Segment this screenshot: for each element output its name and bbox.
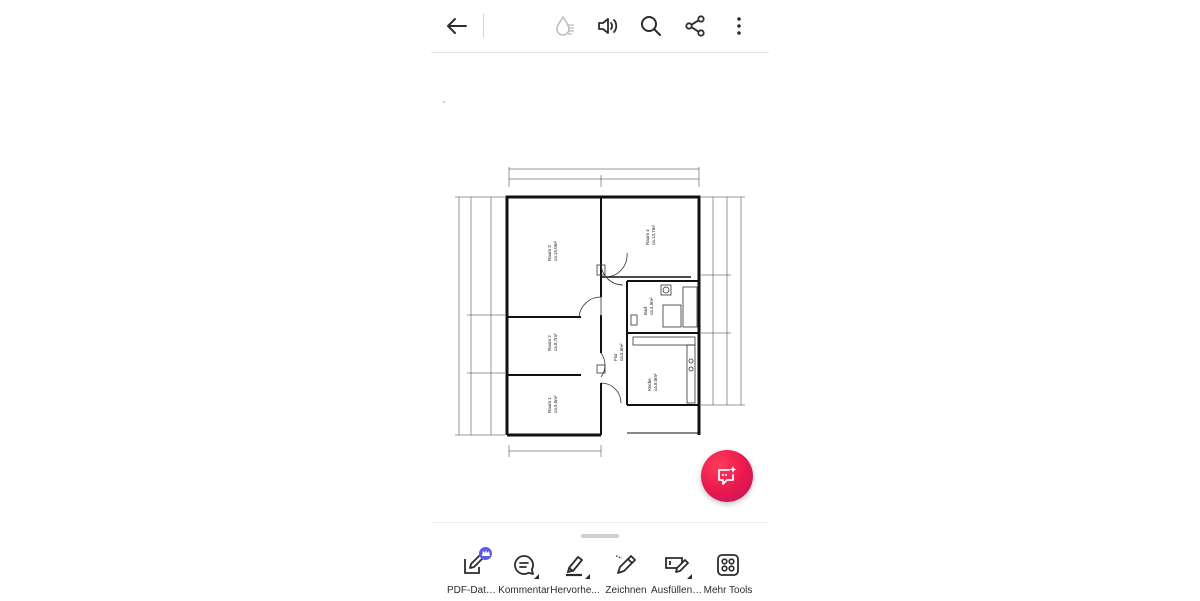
tool-label: Zeichnen (605, 585, 647, 596)
room-label: Flur (613, 353, 618, 361)
share-icon[interactable] (681, 12, 709, 40)
tool-comment[interactable]: Kommentar (498, 551, 550, 599)
tool-edit-pdf[interactable]: PDF-Datei... (447, 547, 499, 599)
room-area: ca.8,0m² (653, 373, 658, 391)
pdf-reader-app: Raum 3 ca.15,0m² Raum 4 ca.13,7m² Raum 2… (431, 0, 769, 600)
ai-assistant-button[interactable] (701, 450, 753, 502)
read-aloud-icon[interactable] (594, 12, 622, 40)
room-label: Raum 2 (547, 335, 552, 351)
tool-label: PDF-Datei... (447, 585, 499, 596)
liquid-mode-icon[interactable] (551, 12, 579, 40)
fill-sign-icon (662, 551, 692, 579)
room-label: Bad (643, 306, 648, 315)
tool-label: Kommentar (498, 585, 550, 596)
top-toolbar (431, 0, 769, 53)
page-marker (443, 101, 445, 103)
draw-icon (611, 551, 641, 579)
more-vertical-icon[interactable] (725, 12, 753, 40)
tool-draw[interactable]: Zeichnen (600, 551, 652, 599)
room-area: ca.9,5m² (553, 395, 558, 413)
floor-plan-drawing: Raum 3 ca.15,0m² Raum 4 ca.13,7m² Raum 2… (455, 167, 745, 457)
toolbar-divider (483, 14, 484, 38)
document-viewer[interactable]: Raum 3 ca.15,0m² Raum 4 ca.13,7m² Raum 2… (431, 53, 769, 521)
room-label: Raum 1 (547, 397, 552, 413)
comment-icon (509, 551, 539, 579)
room-area: ca.4,9m² (649, 297, 654, 315)
room-area: ca.13,7m² (651, 224, 656, 245)
tool-more-tools[interactable]: Mehr Tools (702, 551, 754, 599)
premium-crown-icon (479, 547, 492, 560)
room-label: Küche (647, 378, 652, 391)
back-arrow-icon[interactable] (443, 12, 471, 40)
ai-assistant-icon (718, 466, 737, 485)
expand-caret-icon (534, 574, 539, 579)
drag-handle[interactable] (581, 534, 619, 538)
tool-fill-sign[interactable]: Ausfüllen ... (651, 551, 703, 599)
bottom-toolbar: PDF-Datei... Kommentar Hervorhe... Zeich… (431, 522, 769, 601)
edit-pdf-icon (458, 547, 492, 579)
search-icon[interactable] (637, 12, 665, 40)
tool-label: Hervorhe... (550, 585, 600, 596)
room-area: ca.8,7m² (553, 333, 558, 351)
tool-label: Ausfüllen ... (651, 585, 703, 596)
room-label: Raum 4 (645, 229, 650, 245)
expand-caret-icon (687, 574, 692, 579)
highlight-icon (560, 551, 590, 579)
more-tools-icon (713, 551, 743, 579)
expand-caret-icon (585, 574, 590, 579)
room-label: Raum 3 (547, 245, 552, 261)
tool-label: Mehr Tools (703, 585, 753, 596)
room-area: ca.5,6m² (619, 343, 624, 361)
room-area: ca.15,0m² (553, 240, 558, 261)
tool-highlight[interactable]: Hervorhe... (549, 551, 601, 599)
